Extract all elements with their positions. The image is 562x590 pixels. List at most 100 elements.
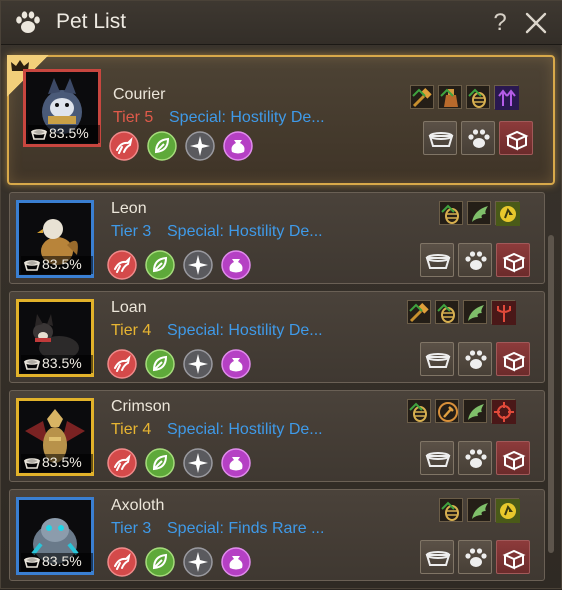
hunger-meter: 83.5% — [28, 125, 100, 143]
pet-portrait[interactable]: 83.5% — [16, 299, 94, 377]
hunger-meter: 83.5% — [21, 355, 93, 373]
list-scrollbar[interactable] — [548, 235, 554, 553]
hunger-meter: 83.5% — [21, 454, 93, 472]
skill-hammer-icon[interactable] — [407, 300, 431, 324]
skill-hammer-icon[interactable] — [410, 85, 434, 109]
pet-name: Courier — [113, 86, 166, 103]
seal-button[interactable] — [499, 121, 533, 155]
feed-bowl-icon — [31, 129, 47, 140]
pet-name: Leon — [111, 200, 147, 217]
leaf-icon[interactable] — [145, 349, 175, 379]
feed-bowl-icon — [24, 458, 40, 469]
hunger-value: 83.5% — [42, 256, 82, 272]
pet-special: Special: Finds Rare ... — [167, 520, 325, 537]
hunger-value: 83.5% — [42, 454, 82, 470]
compass-icon[interactable] — [183, 547, 213, 577]
skill-hive-icon[interactable] — [439, 498, 463, 522]
pet-name: Crimson — [111, 398, 171, 415]
skill-potion-icon[interactable] — [438, 85, 462, 109]
feed-bowl-icon — [24, 359, 40, 370]
compass-icon[interactable] — [183, 448, 213, 478]
run-icon[interactable] — [107, 349, 137, 379]
pet-tier: Tier 4 — [111, 421, 152, 438]
pet-list: 83.5% Courier Tier 5 Special: Hostility … — [1, 45, 562, 590]
skill-sprint-icon[interactable] — [495, 201, 520, 226]
paw-command-button[interactable] — [458, 540, 492, 574]
pet-tier: Tier 3 — [111, 223, 152, 240]
skill-trident-icon[interactable] — [491, 300, 516, 325]
hunger-value: 83.5% — [42, 355, 82, 371]
seal-button[interactable] — [496, 342, 530, 376]
pet-card-crimson[interactable]: 83.5% Crimson Tier 4 Special: Hostility … — [9, 390, 545, 482]
skill-wing-icon[interactable] — [467, 498, 491, 522]
skill-target-icon[interactable] — [491, 399, 516, 424]
leaf-icon[interactable] — [145, 547, 175, 577]
seal-button[interactable] — [496, 441, 530, 475]
pet-tier: Tier 5 — [113, 109, 154, 126]
hunger-meter: 83.5% — [21, 256, 93, 274]
hunger-meter: 83.5% — [21, 553, 93, 571]
skill-arrows-icon[interactable] — [494, 85, 519, 110]
pet-name: Axoloth — [111, 497, 165, 514]
pouch-icon[interactable] — [221, 349, 251, 379]
skill-wing-icon[interactable] — [463, 399, 487, 423]
feed-button[interactable] — [420, 540, 454, 574]
title-bar[interactable]: Pet List ? — [1, 1, 562, 45]
run-icon[interactable] — [107, 250, 137, 280]
run-icon[interactable] — [109, 131, 139, 161]
paw-command-button[interactable] — [458, 441, 492, 475]
feed-bowl-icon — [24, 260, 40, 271]
pet-portrait[interactable]: 83.5% — [16, 200, 94, 278]
pet-tier: Tier 4 — [111, 322, 152, 339]
feed-bowl-icon — [24, 557, 40, 568]
pet-card-courier[interactable]: 83.5% Courier Tier 5 Special: Hostility … — [7, 55, 555, 185]
pet-portrait[interactable]: 83.5% — [23, 69, 101, 147]
hunger-value: 83.5% — [42, 553, 82, 569]
pet-card-leon[interactable]: 83.5% Leon Tier 3 Special: Hostility De.… — [9, 192, 545, 284]
pet-list-window: Pet List ? 83.5% Courier Tier 5 Special:… — [0, 0, 562, 589]
pet-portrait[interactable]: 83.5% — [16, 398, 94, 476]
skill-wing-icon[interactable] — [463, 300, 487, 324]
leaf-icon[interactable] — [145, 250, 175, 280]
pet-name: Loan — [111, 299, 147, 316]
leaf-icon[interactable] — [147, 131, 177, 161]
feed-button[interactable] — [423, 121, 457, 155]
pet-special: Special: Hostility De... — [167, 322, 323, 339]
paw-icon — [15, 11, 41, 35]
seal-button[interactable] — [496, 243, 530, 277]
compass-icon[interactable] — [183, 250, 213, 280]
pouch-icon[interactable] — [221, 448, 251, 478]
pet-portrait[interactable]: 83.5% — [16, 497, 94, 575]
skill-hive-icon[interactable] — [407, 399, 431, 423]
hunger-value: 83.5% — [49, 125, 89, 141]
compass-icon[interactable] — [183, 349, 213, 379]
leaf-icon[interactable] — [145, 448, 175, 478]
run-icon[interactable] — [107, 547, 137, 577]
feed-button[interactable] — [420, 342, 454, 376]
skill-axe-icon[interactable] — [435, 399, 459, 423]
paw-command-button[interactable] — [458, 243, 492, 277]
feed-button[interactable] — [420, 441, 454, 475]
close-icon[interactable] — [523, 10, 549, 36]
skill-wing-icon[interactable] — [467, 201, 491, 225]
pouch-icon[interactable] — [223, 131, 253, 161]
pet-card-axoloth[interactable]: 83.5% Axoloth Tier 3 Special: Finds Rare… — [9, 489, 545, 581]
pet-tier: Tier 3 — [111, 520, 152, 537]
skill-sprint-icon[interactable] — [495, 498, 520, 523]
seal-button[interactable] — [496, 540, 530, 574]
help-button[interactable]: ? — [489, 9, 511, 37]
pouch-icon[interactable] — [221, 547, 251, 577]
window-title: Pet List — [56, 10, 127, 33]
pet-special: Special: Hostility De... — [167, 223, 323, 240]
paw-command-button[interactable] — [458, 342, 492, 376]
pouch-icon[interactable] — [221, 250, 251, 280]
paw-command-button[interactable] — [461, 121, 495, 155]
pet-card-loan[interactable]: 83.5% Loan Tier 4 Special: Hostility De.… — [9, 291, 545, 383]
pet-special: Special: Hostility De... — [167, 421, 323, 438]
skill-hive-icon[interactable] — [439, 201, 463, 225]
run-icon[interactable] — [107, 448, 137, 478]
compass-icon[interactable] — [185, 131, 215, 161]
skill-hive-icon[interactable] — [435, 300, 459, 324]
skill-hive-icon[interactable] — [466, 85, 490, 109]
feed-button[interactable] — [420, 243, 454, 277]
